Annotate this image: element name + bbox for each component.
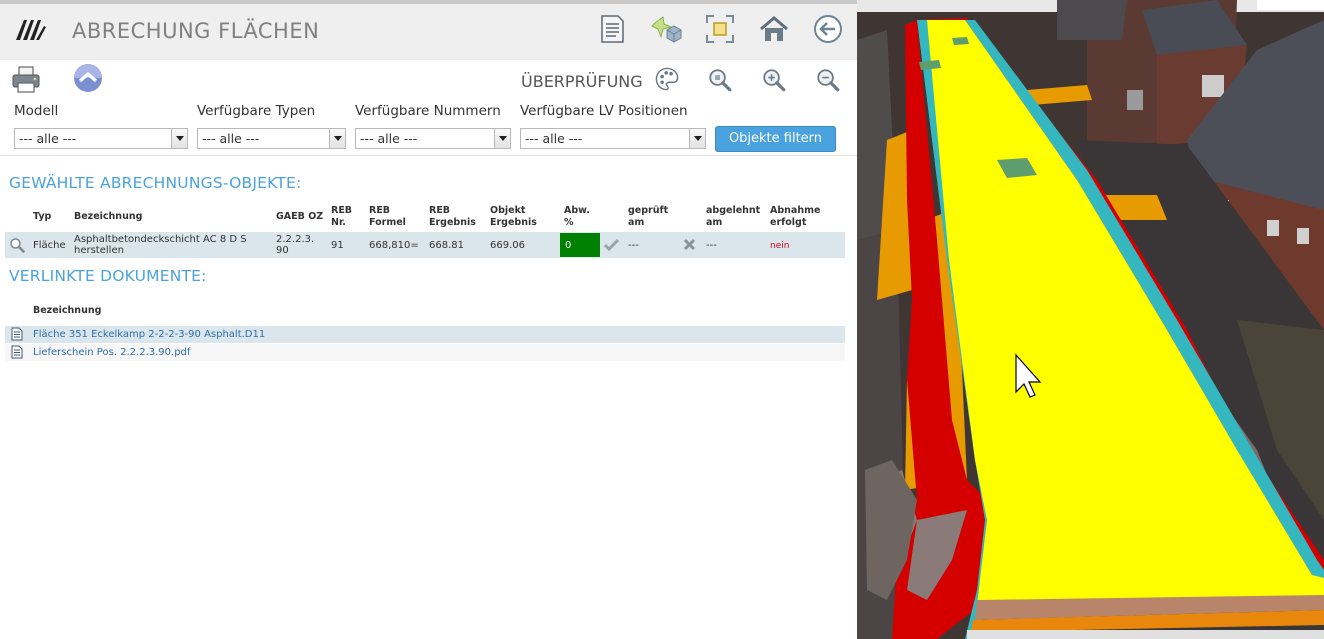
filter-label-typen: Verfügbare Typen	[197, 103, 316, 119]
col-header-abw-line2: %	[564, 217, 574, 228]
col-header-reb-formel-line1: REB	[369, 205, 391, 216]
col-header-abgelehnt-line1: abgelehnt	[706, 205, 761, 216]
nummern-select[interactable]: --- alle ---	[355, 128, 511, 149]
col-header-abw[interactable]: Abw. %	[564, 205, 590, 229]
modell-select-value: --- alle ---	[19, 131, 77, 146]
col-header-reb-ergebnis-line1: REB	[429, 205, 451, 216]
col-header-abgelehnt-line2: am	[706, 217, 723, 228]
col-header-abnahme-line2: erfolgt	[770, 217, 807, 228]
chevron-down-icon[interactable]	[689, 129, 705, 148]
cell-gaeb-line1: 2.2.2.3.	[276, 234, 315, 245]
review-label: ÜBERPRÜFUNG	[521, 72, 643, 91]
app-logo	[16, 20, 46, 40]
document-file-icon	[11, 327, 23, 341]
3d-road-model[interactable]	[857, 0, 1324, 639]
billing-panel: ABRECHUNG FLÄCHEN ÜBERPRÜFUNG Modell Ver…	[0, 0, 857, 639]
zoom-in-icon[interactable]	[761, 67, 787, 93]
col-header-objekt-ergebnis[interactable]: Objekt Ergebnis	[490, 205, 537, 229]
palette-icon[interactable]	[654, 66, 680, 92]
col-header-reb-nr[interactable]: REB Nr.	[331, 205, 352, 229]
col-header-geprueft-line2: am	[628, 217, 645, 228]
back-arrow-icon[interactable]	[812, 13, 844, 45]
cell-bezeichnung-line1: Asphaltbetondeckschicht AC 8 D S	[74, 234, 247, 245]
checkmark-icon[interactable]	[604, 238, 619, 252]
col-header-objekt-ergebnis-line1: Objekt	[490, 205, 526, 216]
chevron-circle-icon[interactable]	[72, 62, 104, 94]
col-header-abgelehnt[interactable]: abgelehnt am	[706, 205, 760, 229]
col-header-reb-ergebnis-line2: Ergebnis	[429, 217, 476, 228]
cell-abgelehnt-am: ---	[706, 240, 717, 251]
col-header-reb-formel-line2: Formel	[369, 217, 406, 228]
divider	[0, 155, 857, 156]
modell-select[interactable]: --- alle ---	[14, 128, 188, 149]
filter-label-modell: Modell	[14, 103, 59, 119]
cell-typ: Fläche	[33, 240, 66, 251]
home-icon[interactable]	[758, 13, 790, 45]
lv-select-value: --- alle ---	[525, 131, 583, 146]
col-header-reb-formel[interactable]: REB Formel	[369, 205, 406, 229]
col-header-typ[interactable]: Typ	[33, 211, 51, 223]
reject-x-icon[interactable]	[683, 238, 696, 251]
magic-cube-icon[interactable]	[651, 13, 683, 45]
col-header-objekt-ergebnis-line2: Ergebnis	[490, 217, 537, 228]
cell-gaeb: 2.2.2.3. 90	[276, 234, 314, 256]
col-header-gaeb[interactable]: GAEB OZ	[276, 211, 323, 223]
col-header-geprueft[interactable]: geprüft am	[628, 205, 668, 229]
fit-frame-icon[interactable]	[704, 13, 736, 45]
cell-abnahme-status: nein	[770, 241, 790, 251]
filter-objects-button[interactable]: Objekte filtern	[715, 126, 836, 152]
document-icon[interactable]	[596, 13, 628, 45]
3d-viewport[interactable]	[857, 0, 1324, 639]
cell-geprueft-am: ---	[628, 240, 639, 251]
page-title: ABRECHUNG FLÄCHEN	[72, 19, 320, 43]
app-window: ABRECHUNG FLÄCHEN ÜBERPRÜFUNG Modell Ver…	[0, 0, 1324, 639]
cell-gaeb-line2: 90	[276, 245, 289, 256]
cell-abw: 0	[565, 240, 572, 251]
zoom-object-icon[interactable]	[707, 67, 733, 93]
chevron-down-icon[interactable]	[494, 129, 510, 148]
typen-select-value: --- alle ---	[202, 131, 260, 146]
col-header-abw-line1: Abw.	[564, 205, 590, 216]
col-header-abnahme[interactable]: Abnahme erfolgt	[770, 205, 820, 229]
chevron-down-icon[interactable]	[329, 129, 345, 148]
cell-reb-ergebnis: 668.81	[429, 240, 464, 251]
document-link[interactable]: Fläche 351 Eckelkamp 2-2-2-3-90 Asphalt.…	[33, 329, 265, 340]
col-header-reb-ergebnis[interactable]: REB Ergebnis	[429, 205, 476, 229]
col-header-reb-nr-line1: REB	[331, 205, 353, 216]
doc-col-header-bezeichnung[interactable]: Bezeichnung	[33, 305, 101, 317]
cell-reb-formel: 668,810=	[369, 240, 419, 251]
filter-label-nummern: Verfügbare Nummern	[355, 103, 501, 119]
document-file-icon	[11, 345, 23, 359]
nummern-select-value: --- alle ---	[360, 131, 418, 146]
col-header-abnahme-line1: Abnahme	[770, 205, 821, 216]
cell-bezeichnung-line2: herstellen	[74, 245, 124, 256]
zoom-out-icon[interactable]	[815, 67, 841, 93]
document-link[interactable]: Lieferschein Pos. 2.2.2.3.90.pdf	[33, 347, 190, 358]
filter-label-lv: Verfügbare LV Positionen	[520, 103, 688, 119]
typen-select[interactable]: --- alle ---	[197, 128, 346, 149]
magnifier-icon[interactable]	[9, 237, 25, 253]
lv-select[interactable]: --- alle ---	[520, 128, 706, 149]
cell-reb-nr: 91	[331, 240, 344, 251]
printer-icon[interactable]	[10, 63, 42, 95]
documents-section-title: VERLINKTE DOKUMENTE:	[9, 267, 207, 285]
chevron-down-icon[interactable]	[171, 129, 187, 148]
col-header-reb-nr-line2: Nr.	[331, 217, 346, 228]
cell-bezeichnung: Asphaltbetondeckschicht AC 8 D S herstel…	[74, 234, 247, 256]
col-header-geprueft-line1: geprüft	[628, 205, 669, 216]
col-header-bezeichnung[interactable]: Bezeichnung	[74, 211, 142, 223]
cell-objekt-ergebnis: 669.06	[490, 240, 525, 251]
objects-section-title: GEWÄHLTE ABRECHNUNGS-OBJEKTE:	[9, 174, 302, 192]
